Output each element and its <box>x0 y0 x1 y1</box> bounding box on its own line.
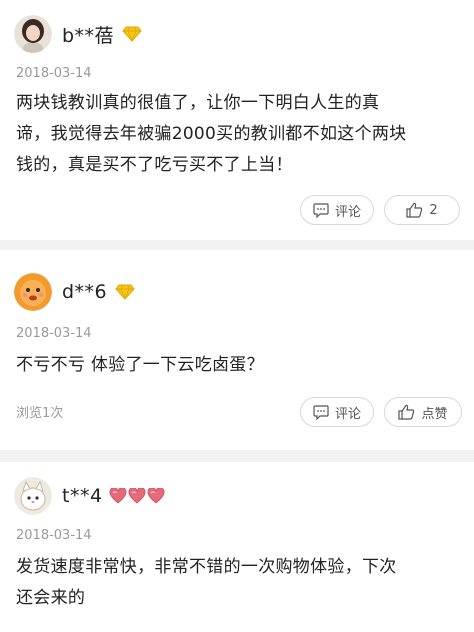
review-text: 两块钱教训真的很值了，让你一下明白人生的真 谛，我觉得去年被骗2000买的教训都… <box>16 88 462 181</box>
hearts-level-icon <box>109 488 165 504</box>
user-avatar[interactable] <box>14 477 52 515</box>
like-count: 2 <box>429 202 438 218</box>
username[interactable]: b**蓓 <box>62 21 114 48</box>
review-header: d**6 <box>14 272 135 312</box>
comment-label: 评论 <box>334 406 361 422</box>
review-card: b**蓓 2018-03-14 两块钱教训真的很值了，让你一下明白人生的真 谛，… <box>0 0 474 240</box>
username[interactable]: t**4 <box>62 485 103 507</box>
review-text-line: 还会来的 <box>16 588 86 608</box>
like-button[interactable]: 2 <box>384 195 460 225</box>
comment-button[interactable]: 评论 <box>300 195 374 225</box>
username[interactable]: d**6 <box>62 281 107 303</box>
user-avatar[interactable] <box>14 15 52 53</box>
review-text-line: 谛，我觉得去年被骗2000买的教训都不如这个两块 <box>16 124 407 144</box>
diamond-vip-icon <box>122 26 142 42</box>
review-text-line: 不亏不亏 体验了一下云吃卤蛋？ <box>16 355 264 375</box>
separator <box>0 450 474 462</box>
review-header: t**4 <box>14 476 165 516</box>
comment-label: 评论 <box>334 204 361 220</box>
review-date: 2018-03-14 <box>16 528 92 543</box>
review-card: t**4 2018-03-14 发货速度非常快，非常不错的一次购物体验，下次 还… <box>0 462 474 632</box>
review-text: 不亏不亏 体验了一下云吃卤蛋？ <box>16 350 462 381</box>
review-card: d**6 2018-03-14 不亏不亏 体验了一下云吃卤蛋？ 浏览1次 评论 <box>0 250 474 450</box>
review-text: 发货速度非常快，非常不错的一次购物体验，下次 还会来的 <box>16 552 462 614</box>
review-date: 2018-03-14 <box>16 326 92 341</box>
like-label: 点赞 <box>421 406 448 422</box>
comment-icon <box>313 202 329 218</box>
separator <box>0 240 474 250</box>
diamond-vip-icon <box>115 284 135 300</box>
review-text-line: 钱的，真是买不了吃亏买不了上当！ <box>16 155 293 175</box>
comment-icon <box>313 404 329 420</box>
comment-button[interactable]: 评论 <box>300 397 374 427</box>
review-header: b**蓓 <box>14 14 142 54</box>
review-text-line: 两块钱教训真的很值了，让你一下明白人生的真 <box>16 93 380 113</box>
thumbs-up-icon <box>406 202 423 218</box>
view-count: 浏览1次 <box>16 406 64 421</box>
review-date: 2018-03-14 <box>16 66 92 81</box>
review-text-line: 发货速度非常快，非常不错的一次购物体验，下次 <box>16 557 397 577</box>
thumbs-up-icon <box>398 404 415 420</box>
like-button[interactable]: 点赞 <box>384 397 462 427</box>
user-avatar[interactable] <box>14 273 52 311</box>
